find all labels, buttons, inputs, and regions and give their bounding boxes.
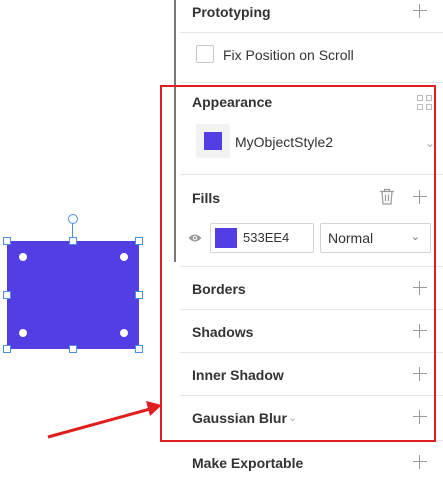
resize-handle-right[interactable] — [135, 291, 143, 299]
selected-rectangle[interactable] — [7, 241, 139, 349]
annotation-highlight-box — [160, 85, 436, 442]
add-export-icon[interactable] — [413, 455, 427, 469]
corner-radius-handle[interactable] — [19, 329, 27, 337]
prototyping-title: Prototyping — [192, 4, 271, 20]
resize-handle-top-right[interactable] — [135, 237, 143, 245]
add-prototyping-icon[interactable] — [413, 4, 427, 18]
resize-handle-bottom-left[interactable] — [3, 345, 11, 353]
make-exportable-section[interactable]: Make Exportable — [180, 441, 443, 483]
corner-radius-handle[interactable] — [120, 329, 128, 337]
prototyping-section-header[interactable]: Prototyping — [180, 0, 443, 33]
rotation-handle[interactable] — [68, 214, 78, 224]
resize-handle-top[interactable] — [69, 237, 77, 245]
corner-radius-handle[interactable] — [120, 253, 128, 261]
resize-handle-top-left[interactable] — [3, 237, 11, 245]
fix-position-checkbox[interactable] — [196, 45, 214, 63]
design-canvas[interactable] — [0, 0, 176, 483]
corner-radius-handle[interactable] — [19, 253, 27, 261]
fix-position-label: Fix Position on Scroll — [223, 47, 354, 63]
make-exportable-title: Make Exportable — [192, 455, 304, 471]
resize-handle-bottom[interactable] — [69, 345, 77, 353]
resize-handle-left[interactable] — [3, 291, 11, 299]
prototyping-section-body: Fix Position on Scroll — [180, 33, 443, 83]
resize-handle-bottom-right[interactable] — [135, 345, 143, 353]
